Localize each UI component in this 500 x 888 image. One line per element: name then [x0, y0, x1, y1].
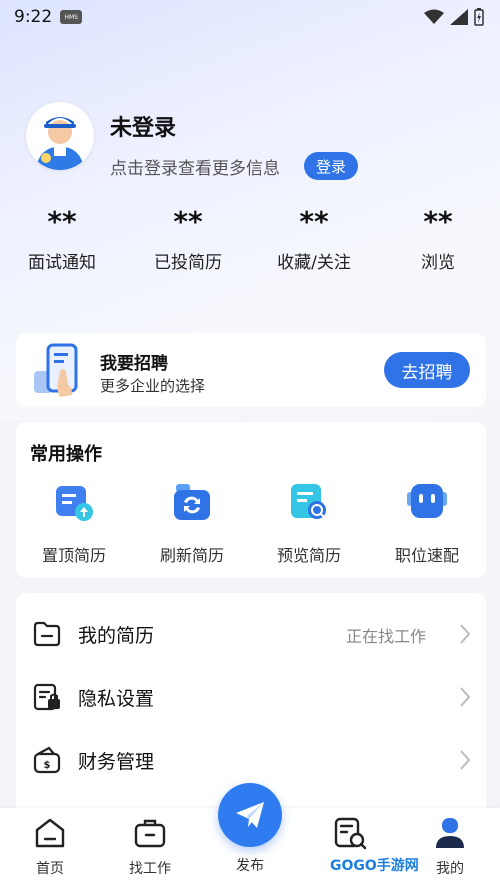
stat-value: **	[423, 205, 453, 238]
recruit-phone-icon	[34, 343, 78, 397]
op-job-match[interactable]: 职位速配	[377, 480, 477, 566]
op-label: 置顶简历	[41, 546, 106, 565]
chevron-right-icon	[460, 624, 471, 644]
privacy-lock-icon	[33, 683, 60, 711]
common-operations-card: 常用操作 置顶简历 刷新简历 预览简历 职位速配	[16, 422, 486, 578]
profile-icon	[436, 818, 464, 848]
op-label: 预览简历	[276, 546, 341, 565]
go-recruit-button[interactable]: 去招聘	[384, 352, 470, 388]
menu-item-my-resume[interactable]: 我的简历 正在找工作	[16, 601, 486, 663]
recruit-subtitle: 更多企业的选择	[100, 377, 206, 395]
menu-label: 我的简历	[78, 625, 155, 647]
op-preview-resume[interactable]: 预览简历	[259, 480, 359, 566]
section-title: 常用操作	[30, 444, 102, 465]
stat-favorites[interactable]: ** 收藏/关注	[254, 200, 374, 273]
avatar[interactable]	[26, 102, 94, 170]
wallet-icon: $	[33, 746, 61, 774]
status-indicators	[424, 8, 484, 26]
resume-top-icon	[56, 486, 93, 521]
op-label: 刷新简历	[159, 546, 224, 565]
stat-label: 收藏/关注	[277, 253, 351, 273]
recruit-title: 我要招聘	[100, 354, 168, 374]
job-status: 正在找工作	[345, 627, 426, 646]
menu-item-finance[interactable]: $ 财务管理	[16, 727, 486, 789]
preview-resume-icon	[291, 484, 326, 519]
search-document-icon	[334, 817, 367, 850]
job-match-icon	[407, 484, 447, 518]
chevron-right-icon	[460, 750, 471, 770]
tab-search-documents[interactable]	[310, 816, 390, 854]
stats-row: ** 面试通知 ** 已投简历 ** 收藏/关注 ** 浏览	[0, 200, 500, 290]
stat-interview-notice[interactable]: ** 面试通知	[2, 200, 122, 273]
stat-value: **	[299, 205, 329, 238]
op-label: 职位速配	[394, 546, 459, 565]
tab-find-job[interactable]: 找工作	[110, 816, 190, 878]
tab-label: 找工作	[129, 861, 171, 877]
recruit-card[interactable]: 我要招聘 更多企业的选择 去招聘	[16, 333, 486, 407]
svg-text:$: $	[44, 760, 51, 771]
op-top-resume[interactable]: 置顶简历	[24, 480, 124, 566]
publish-button[interactable]	[218, 783, 282, 847]
menu-label: 财务管理	[78, 751, 155, 773]
stat-value: **	[173, 205, 203, 238]
hms-badge: HMS	[60, 10, 83, 24]
status-bar: 9:22 HMS	[0, 0, 500, 34]
chevron-right-icon	[460, 687, 471, 707]
menu-item-privacy-settings[interactable]: 隐私设置	[16, 664, 486, 726]
watermark: GOGO手游网	[330, 858, 419, 874]
folder-icon	[33, 621, 61, 647]
menu-label: 隐私设置	[78, 688, 155, 710]
stat-label: 面试通知	[28, 253, 96, 273]
tab-label: 首页	[36, 861, 64, 877]
paper-plane-icon	[236, 802, 264, 828]
publish-label: 发布	[236, 858, 264, 874]
stat-views[interactable]: ** 浏览	[378, 200, 498, 273]
stat-submitted-resumes[interactable]: ** 已投简历	[128, 200, 248, 273]
stat-label: 浏览	[421, 253, 455, 273]
login-button[interactable]: 登录	[304, 152, 359, 180]
home-icon	[35, 818, 65, 848]
stat-label: 已投简历	[154, 253, 222, 273]
user-name: 未登录	[110, 116, 177, 141]
refresh-resume-icon	[174, 484, 210, 520]
stat-value: **	[47, 205, 77, 238]
status-time: 9:22	[14, 7, 53, 27]
login-hint: 点击登录查看更多信息	[110, 159, 280, 179]
wifi-icon	[424, 9, 444, 24]
briefcase-icon	[134, 819, 166, 848]
tab-home[interactable]: 首页	[10, 816, 90, 878]
battery-icon	[474, 8, 484, 26]
op-refresh-resume[interactable]: 刷新简历	[142, 480, 242, 566]
profile-header[interactable]: 未登录 点击登录查看更多信息 登录	[26, 102, 486, 182]
signal-icon	[450, 9, 468, 25]
